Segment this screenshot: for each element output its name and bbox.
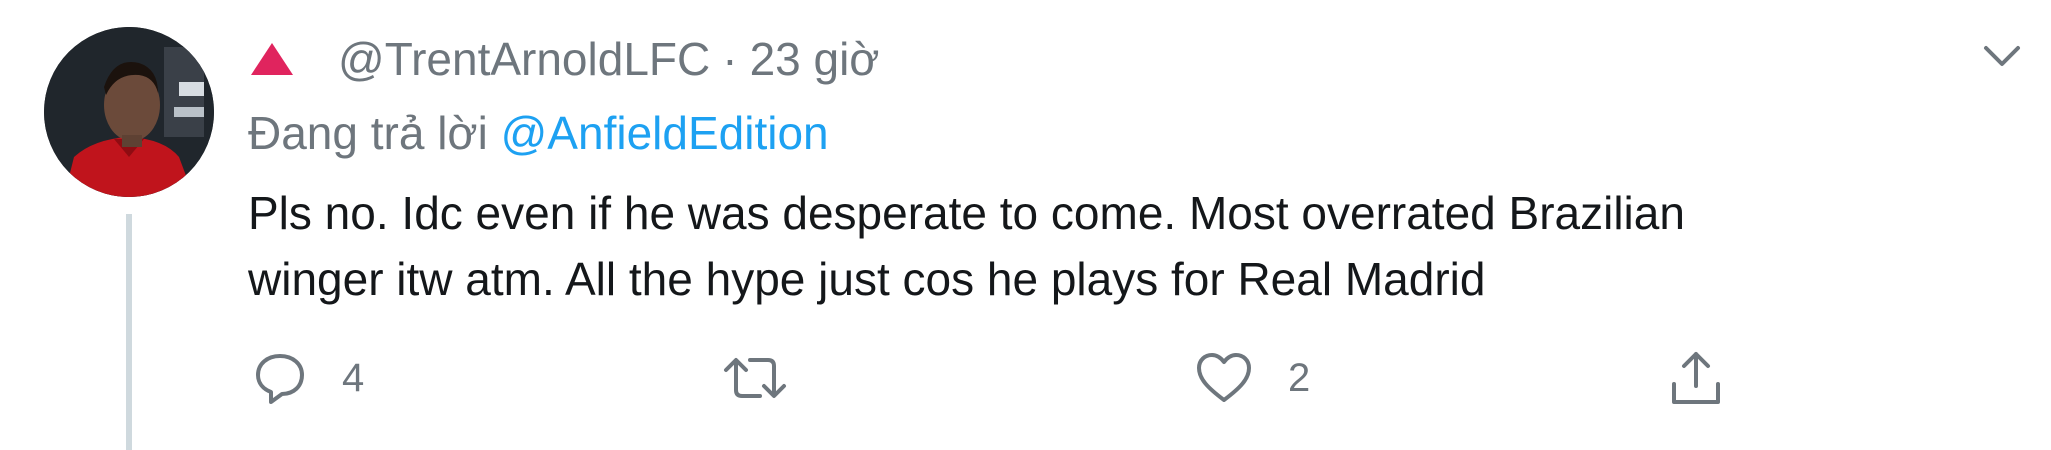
reply-mention-link[interactable]: @AnfieldEdition: [501, 107, 829, 159]
reply-count: 4: [342, 355, 365, 400]
tweet: @TrentArnoldLFC · 23 giờ Đang trả lời @A…: [0, 0, 2051, 450]
warning-triangle-icon: [248, 32, 296, 86]
reply-button[interactable]: 4: [252, 338, 364, 418]
chevron-down-icon: [1984, 46, 2020, 66]
avatar[interactable]: [44, 27, 214, 197]
tweet-text: Pls no. Idc even if he was desperate to …: [248, 180, 1948, 312]
replying-to: Đang trả lời @AnfieldEdition: [248, 106, 829, 160]
retweet-icon: [724, 358, 786, 398]
tweet-menu-button[interactable]: [1972, 26, 2032, 86]
user-handle[interactable]: @TrentArnoldLFC: [338, 32, 710, 86]
share-icon: [1672, 352, 1720, 404]
timestamp[interactable]: 23 giờ: [750, 32, 880, 86]
like-button[interactable]: 2: [1194, 338, 1310, 418]
share-button[interactable]: [1666, 338, 1726, 418]
separator-dot: ·: [722, 33, 738, 85]
replying-to-label: Đang trả lời: [248, 107, 501, 159]
reply-icon: [256, 354, 304, 404]
avatar-image: [44, 27, 214, 197]
tweet-text-line: Pls no. Idc even if he was desperate to …: [248, 187, 1685, 239]
thread-line: [126, 214, 132, 450]
heart-icon: [1197, 353, 1251, 402]
tweet-header: @TrentArnoldLFC · 23 giờ: [248, 32, 879, 86]
like-count: 2: [1288, 355, 1311, 400]
retweet-button[interactable]: [722, 338, 822, 418]
tweet-text-line: winger itw atm. All the hype just cos he…: [248, 253, 1486, 305]
